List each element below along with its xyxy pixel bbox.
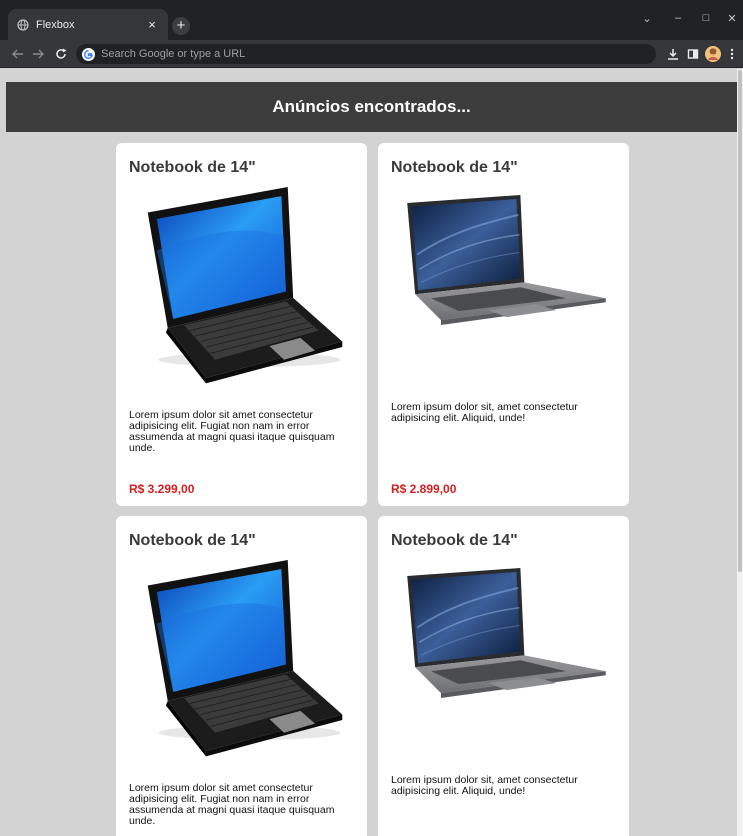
card-price: R$ 3.299,00 bbox=[129, 482, 195, 496]
product-card[interactable]: Notebook de 14" Lorem ipsum dolor sit, a… bbox=[378, 516, 629, 836]
address-input[interactable] bbox=[101, 48, 656, 60]
silver-laptop-image bbox=[406, 195, 607, 327]
scrollbar-thumb[interactable] bbox=[738, 70, 742, 572]
card-title: Notebook de 14" bbox=[391, 159, 518, 176]
page-header: Anúncios encontrados... bbox=[6, 82, 737, 132]
card-title: Notebook de 14" bbox=[391, 532, 518, 549]
download-icon[interactable] bbox=[664, 45, 682, 63]
product-card[interactable]: Notebook de 14" Lorem ipsum dolor sit am… bbox=[116, 143, 367, 506]
card-description: Lorem ipsum dolor sit amet consectetur a… bbox=[129, 782, 335, 827]
forward-arrow-icon[interactable] bbox=[30, 45, 46, 63]
minimize-icon[interactable]: – bbox=[664, 8, 692, 28]
silver-laptop-image bbox=[406, 568, 607, 700]
close-window-icon[interactable]: ✕ bbox=[720, 8, 743, 28]
product-card[interactable]: Notebook de 14" Lorem ipsum dolor sit am… bbox=[116, 516, 367, 836]
page-title: Anúncios encontrados... bbox=[272, 97, 471, 116]
reload-icon[interactable] bbox=[53, 45, 69, 63]
profile-avatar[interactable] bbox=[704, 45, 722, 63]
back-arrow-icon[interactable] bbox=[10, 45, 26, 63]
page-viewport: Anúncios encontrados... Notebook de 14" … bbox=[6, 69, 737, 836]
tab-close-icon[interactable]: × bbox=[144, 17, 160, 32]
maximize-icon[interactable]: □ bbox=[694, 8, 718, 28]
browser-titlebar: Flexbox × + ⌄ – □ ✕ bbox=[0, 0, 743, 40]
kebab-menu-icon[interactable] bbox=[726, 45, 738, 63]
globe-icon bbox=[16, 18, 30, 32]
card-description: Lorem ipsum dolor sit, amet consectetur … bbox=[391, 401, 578, 424]
google-icon bbox=[82, 47, 95, 61]
card-price: R$ 2.899,00 bbox=[391, 482, 457, 496]
card-description: Lorem ipsum dolor sit amet consectetur a… bbox=[129, 409, 335, 454]
tab-title: Flexbox bbox=[36, 18, 75, 31]
card-description: Lorem ipsum dolor sit, amet consectetur … bbox=[391, 774, 578, 797]
black-laptop-image bbox=[147, 187, 343, 384]
browser-tab[interactable]: Flexbox × bbox=[8, 9, 168, 40]
product-card[interactable]: Notebook de 14" Lorem ipsum dolor sit, a… bbox=[378, 143, 629, 506]
card-title: Notebook de 14" bbox=[129, 159, 256, 176]
side-panel-icon[interactable] bbox=[684, 45, 702, 63]
black-laptop-image bbox=[147, 560, 343, 757]
card-title: Notebook de 14" bbox=[129, 532, 256, 549]
browser-toolbar bbox=[0, 40, 743, 68]
address-bar[interactable] bbox=[76, 44, 656, 64]
new-tab-button[interactable]: + bbox=[172, 17, 190, 35]
tab-search-icon[interactable]: ⌄ bbox=[635, 8, 659, 28]
